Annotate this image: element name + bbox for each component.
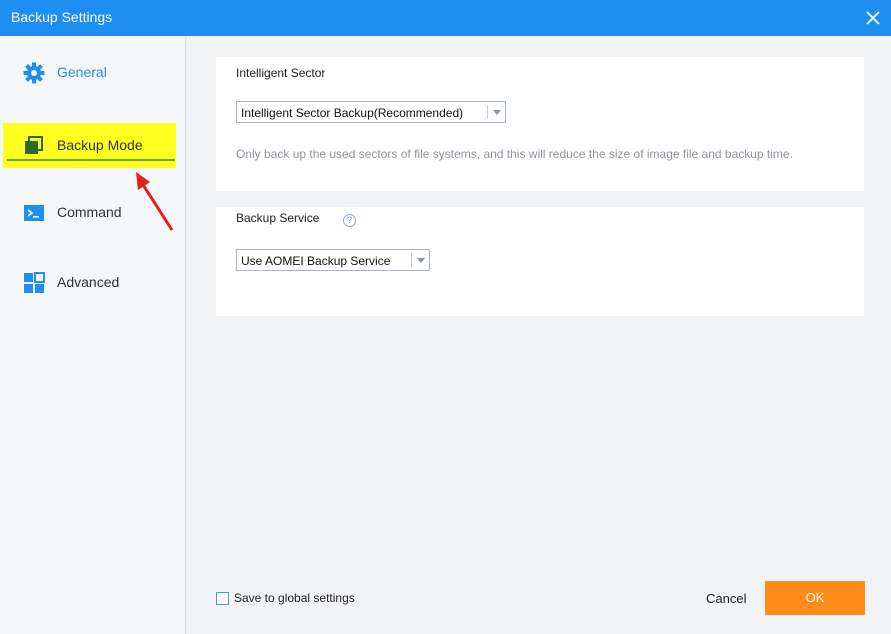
dropdown-separator	[487, 105, 488, 119]
sidebar: General Backup Mode Command Advanced	[0, 36, 186, 634]
copy-icon	[25, 136, 43, 154]
chevron-down-icon	[417, 258, 425, 263]
backup-service-panel: Backup Service ? Use AOMEI Backup Servic…	[216, 207, 864, 316]
chevron-down-icon	[493, 110, 501, 115]
sidebar-item-label: Backup Mode	[57, 137, 143, 153]
sidebar-item-label: Command	[57, 204, 122, 220]
dropdown-value: Intelligent Sector Backup(Recommended)	[241, 106, 464, 120]
sidebar-item-label: General	[57, 64, 107, 80]
backup-service-dropdown[interactable]: Use AOMEI Backup Service	[236, 249, 430, 271]
backup-service-title: Backup Service ?	[236, 211, 356, 227]
backup-service-title-text: Backup Service	[236, 211, 320, 225]
sidebar-item-general[interactable]: General	[0, 50, 185, 94]
intelligent-sector-description: Only back up the used sectors of file sy…	[236, 147, 793, 161]
sidebar-item-backup-mode[interactable]: Backup Mode	[0, 123, 185, 167]
title-bar: Backup Settings	[0, 0, 891, 36]
intelligent-sector-title: Intelligent Sector	[236, 66, 326, 80]
help-icon[interactable]: ?	[343, 214, 356, 227]
terminal-icon	[24, 205, 44, 221]
intelligent-sector-panel: Intelligent Sector Intelligent Sector Ba…	[216, 57, 864, 191]
grid-icon	[24, 272, 45, 293]
dropdown-value: Use AOMEI Backup Service	[241, 254, 391, 268]
window-title: Backup Settings	[11, 9, 113, 25]
red-arrow-annotation	[136, 172, 174, 231]
sidebar-item-advanced[interactable]: Advanced	[0, 260, 185, 304]
cancel-button[interactable]: Cancel	[706, 591, 746, 606]
close-icon[interactable]	[863, 8, 883, 28]
ok-button[interactable]: OK	[765, 581, 865, 615]
save-global-checkbox[interactable]	[216, 592, 229, 605]
dropdown-separator	[411, 253, 412, 267]
save-global-label: Save to global settings	[234, 591, 355, 605]
sidebar-item-label: Advanced	[57, 274, 120, 290]
intelligent-sector-dropdown[interactable]: Intelligent Sector Backup(Recommended)	[236, 101, 506, 123]
gear-icon	[23, 62, 45, 84]
